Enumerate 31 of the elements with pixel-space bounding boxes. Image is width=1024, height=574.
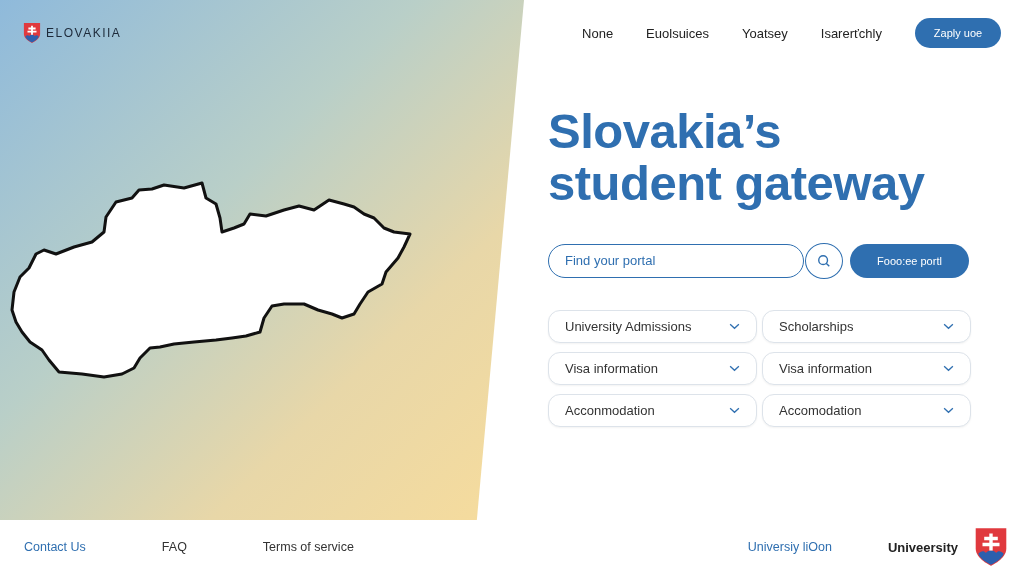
- nav-link[interactable]: None: [582, 25, 614, 41]
- brand-name: ELOVAKIIA: [46, 26, 122, 40]
- shield-icon: [23, 22, 41, 44]
- chevron-icon: [729, 322, 740, 330]
- footer-link[interactable]: Universiy liOon: [747, 540, 832, 554]
- search-icon: [817, 253, 831, 268]
- hero-title: Slovakia’s: [548, 106, 781, 158]
- footer-link[interactable]: FAQ: [161, 540, 187, 554]
- footer-brand: Univeersity: [887, 539, 958, 555]
- footer-link[interactable]: Terms of service: [262, 540, 354, 554]
- hero-title: student gateway: [548, 157, 925, 210]
- topic-dropdown[interactable]: Visa information: [548, 351, 757, 385]
- search-button[interactable]: [805, 242, 843, 279]
- chevron-icon: [943, 364, 954, 372]
- portal-button[interactable]: Fooo:ee portl: [850, 243, 969, 278]
- chevron-icon: [729, 406, 740, 414]
- nav-link[interactable]: Euolsuices: [646, 25, 709, 41]
- nav-button[interactable]: Zaply uoe: [915, 18, 1001, 48]
- chevron-icon: [943, 322, 954, 330]
- chevron-icon: [729, 364, 740, 372]
- topic-dropdown[interactable]: University Admissions: [548, 309, 757, 343]
- shield-icon: [974, 526, 1008, 568]
- topic-dropdown[interactable]: Accomodation: [762, 393, 971, 427]
- topic-dropdown[interactable]: Acconmodation: [548, 393, 757, 427]
- chevron-icon: [943, 406, 954, 414]
- topic-dropdown[interactable]: Visa information: [762, 351, 971, 385]
- topic-dropdown[interactable]: Scholarships: [762, 309, 971, 343]
- footer-link[interactable]: Contact Us: [24, 540, 86, 554]
- nav-link[interactable]: Yoatsey: [742, 25, 788, 41]
- search-field[interactable]: Find your portal: [548, 243, 804, 278]
- nav-link[interactable]: Isarerťchly: [820, 25, 882, 41]
